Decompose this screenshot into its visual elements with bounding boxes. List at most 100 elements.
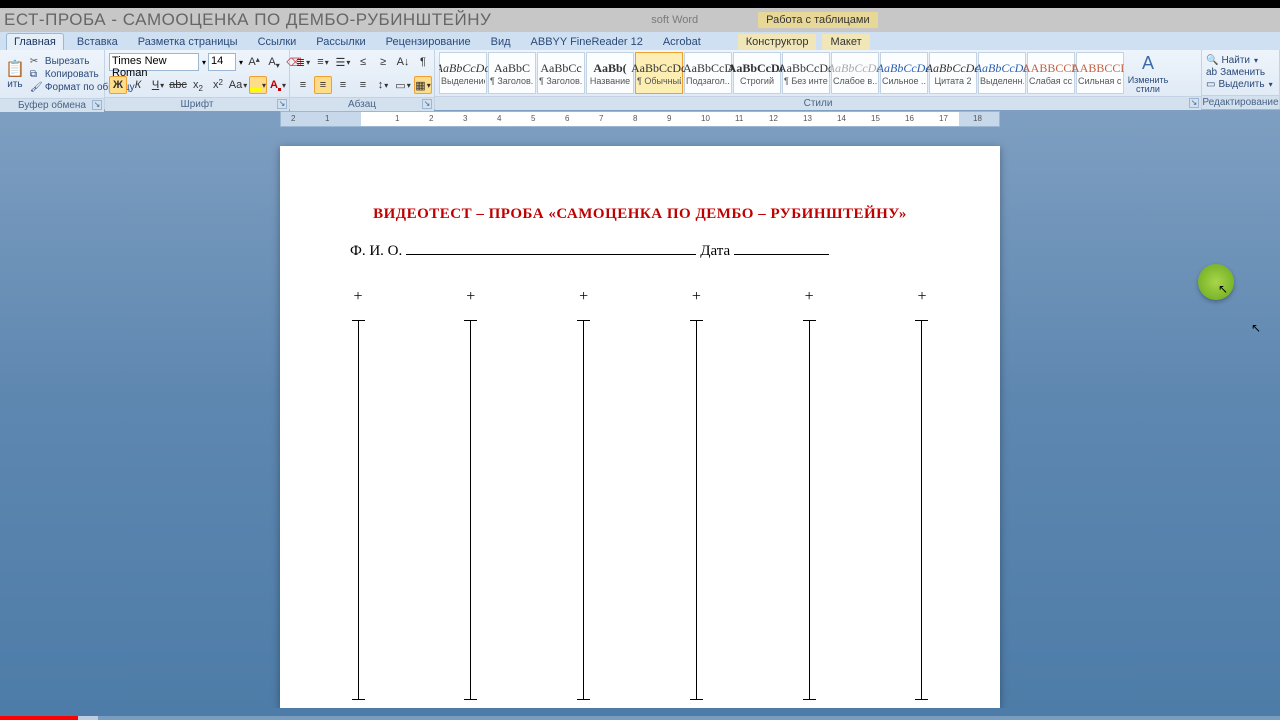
horizontal-ruler[interactable]: 21123456789101112131415161718 <box>280 111 1000 127</box>
strike-button[interactable]: abc <box>169 76 187 94</box>
group-clipboard: 📋 ить ✂Вырезать ⧉Копировать 🖌Формат по о… <box>0 50 105 109</box>
find-button[interactable]: 🔍Найти▾ <box>1206 55 1273 66</box>
change-styles-button[interactable]: A Изменить стили <box>1128 52 1168 94</box>
scale-bar <box>470 320 471 700</box>
align-right-button[interactable]: ≡ <box>334 76 352 94</box>
clipboard-dialog-launcher[interactable]: ↘ <box>92 100 102 110</box>
scale-6: + <box>914 288 930 700</box>
bullets-button[interactable]: ≣▾ <box>294 53 312 71</box>
secondary-cursor-icon: ↖ <box>1251 321 1261 335</box>
style-цитата2[interactable]: AaBbCcDdЦитата 2 <box>929 52 977 94</box>
style-безинте[interactable]: AaBbCcDd¶ Без инте... <box>782 52 830 94</box>
scale-plus-icon: + <box>579 288 588 306</box>
align-center-button[interactable]: ≡ <box>314 76 332 94</box>
change-case-button[interactable]: Aa▾ <box>229 76 247 94</box>
style-заголов[interactable]: AaBbCc¶ Заголов... <box>537 52 585 94</box>
scale-plus-icon: + <box>805 288 814 306</box>
scale-5: + <box>801 288 817 700</box>
replace-button[interactable]: abЗаменить <box>1206 67 1273 78</box>
style-строгий[interactable]: AaBbCcDdСтрогий <box>733 52 781 94</box>
superscript-button[interactable]: x2 <box>209 76 227 94</box>
group-font: Times New Roman▾ 14▾ A▴ A▾ ⌫ Ж К Ч▾ abc … <box>105 50 290 109</box>
increase-indent-button[interactable]: ≥ <box>374 53 392 71</box>
group-font-label: Шрифт <box>181 99 214 110</box>
scale-plus-icon: + <box>353 288 362 306</box>
scale-plus-icon: + <box>692 288 701 306</box>
sort-button[interactable]: A↓ <box>394 53 412 71</box>
tab-table-design[interactable]: Конструктор <box>738 34 817 50</box>
decrease-indent-button[interactable]: ≤ <box>354 53 372 71</box>
paragraph-dialog-launcher[interactable]: ↘ <box>422 99 432 109</box>
tab-review[interactable]: Рецензирование <box>379 34 478 50</box>
tab-insert[interactable]: Вставка <box>70 34 125 50</box>
change-styles-icon: A <box>1142 53 1154 74</box>
cursor-icon: ↖ <box>1218 282 1228 296</box>
copy-icon: ⧉ <box>30 68 42 80</box>
fio-underline <box>406 254 696 255</box>
app-name-suffix: soft Word <box>651 14 698 26</box>
italic-button[interactable]: К <box>129 76 147 94</box>
scale-plus-icon: + <box>917 288 926 306</box>
title-bar: ЕСТ-ПРОБА - САМООЦЕНКА ПО ДЕМБО-РУБИНШТЕ… <box>0 8 1280 32</box>
group-styles-label: Стили <box>804 98 833 109</box>
underline-button[interactable]: Ч▾ <box>149 76 167 94</box>
align-left-button[interactable]: ≡ <box>294 76 312 94</box>
video-played <box>0 716 78 720</box>
date-underline <box>734 254 829 255</box>
style-название[interactable]: AaBb(Название <box>586 52 634 94</box>
group-paragraph-label: Абзац <box>348 99 376 110</box>
find-icon: 🔍 <box>1206 55 1218 66</box>
bold-button[interactable]: Ж <box>109 76 127 94</box>
tab-acrobat[interactable]: Acrobat <box>656 34 708 50</box>
font-dialog-launcher[interactable]: ↘ <box>277 99 287 109</box>
video-progress-bar[interactable] <box>0 716 1280 720</box>
justify-button[interactable]: ≡ <box>354 76 372 94</box>
style-подзагол[interactable]: AaBbCcDПодзагол... <box>684 52 732 94</box>
group-editing-label: Редактирование <box>1202 97 1278 108</box>
font-color-button[interactable]: A▾ <box>269 76 287 94</box>
style-слабоев[interactable]: AaBbCcDdСлабое в... <box>831 52 879 94</box>
multilevel-button[interactable]: ☰▾ <box>334 53 352 71</box>
group-editing: 🔍Найти▾ abЗаменить ▭Выделить▾ Редактиров… <box>1202 50 1280 109</box>
numbering-button[interactable]: ≡▾ <box>314 53 332 71</box>
font-size-select[interactable]: 14 <box>208 53 236 71</box>
scale-bar <box>358 320 359 700</box>
show-marks-button[interactable]: ¶ <box>414 53 432 71</box>
group-paragraph: ≣▾ ≡▾ ☰▾ ≤ ≥ A↓ ¶ ≡ ≡ ≡ ≡ ↕▾ ▭▾ ▦▾ Абзац… <box>290 50 435 109</box>
style-сильное[interactable]: AaBbCcDdСильное ... <box>880 52 928 94</box>
styles-gallery[interactable]: AaBbCcDdВыделениеAaBbC¶ Заголов...AaBbCc… <box>439 52 1124 94</box>
line-spacing-button[interactable]: ↕▾ <box>374 76 392 94</box>
tab-home[interactable]: Главная <box>6 33 64 50</box>
shading-button[interactable]: ▭▾ <box>394 76 412 94</box>
shrink-font-button[interactable]: A▾ <box>265 53 283 71</box>
tab-references[interactable]: Ссылки <box>251 34 304 50</box>
style-слабаясс[interactable]: AABBCCDСлабая сс... <box>1027 52 1075 94</box>
style-выделенн[interactable]: AaBbCcDdВыделенн... <box>978 52 1026 94</box>
scale-2: + <box>463 288 479 700</box>
tab-view[interactable]: Вид <box>484 34 518 50</box>
subscript-button[interactable]: x2 <box>189 76 207 94</box>
tab-table-layout[interactable]: Макет <box>822 34 869 50</box>
style-обычный[interactable]: AaBbCcDd¶ Обычный <box>635 52 683 94</box>
tab-mailings[interactable]: Рассылки <box>309 34 372 50</box>
doc-fio-line: Ф. И. О. Дата <box>350 243 930 260</box>
styles-dialog-launcher[interactable]: ↘ <box>1189 98 1199 108</box>
style-сильнаяс[interactable]: AABBCCDСильная с... <box>1076 52 1124 94</box>
scale-bar <box>583 320 584 700</box>
borders-button[interactable]: ▦▾ <box>414 76 432 94</box>
group-styles: AaBbCcDdВыделениеAaBbC¶ Заголов...AaBbCc… <box>435 50 1202 109</box>
style-выделение[interactable]: AaBbCcDdВыделение <box>439 52 487 94</box>
document-page[interactable]: ВИДЕОТЕСТ – ПРОБА «САМОЦЕНКА ПО ДЕМБО – … <box>280 146 1000 708</box>
style-заголов[interactable]: AaBbC¶ Заголов... <box>488 52 536 94</box>
grow-font-button[interactable]: A▴ <box>245 53 263 71</box>
paste-button[interactable]: 📋 ить <box>4 52 26 96</box>
cursor-highlight: ↖ <box>1198 264 1234 300</box>
ruler-area: 21123456789101112131415161718 <box>0 110 1280 128</box>
scale-3: + <box>576 288 592 700</box>
font-name-select[interactable]: Times New Roman <box>109 53 199 71</box>
select-button[interactable]: ▭Выделить▾ <box>1206 79 1273 90</box>
doc-scales: + + + + + + <box>350 288 930 700</box>
highlight-button[interactable]: ▾ <box>249 76 267 94</box>
tab-page-layout[interactable]: Разметка страницы <box>131 34 245 50</box>
tab-abbyy[interactable]: ABBYY FineReader 12 <box>524 34 650 50</box>
